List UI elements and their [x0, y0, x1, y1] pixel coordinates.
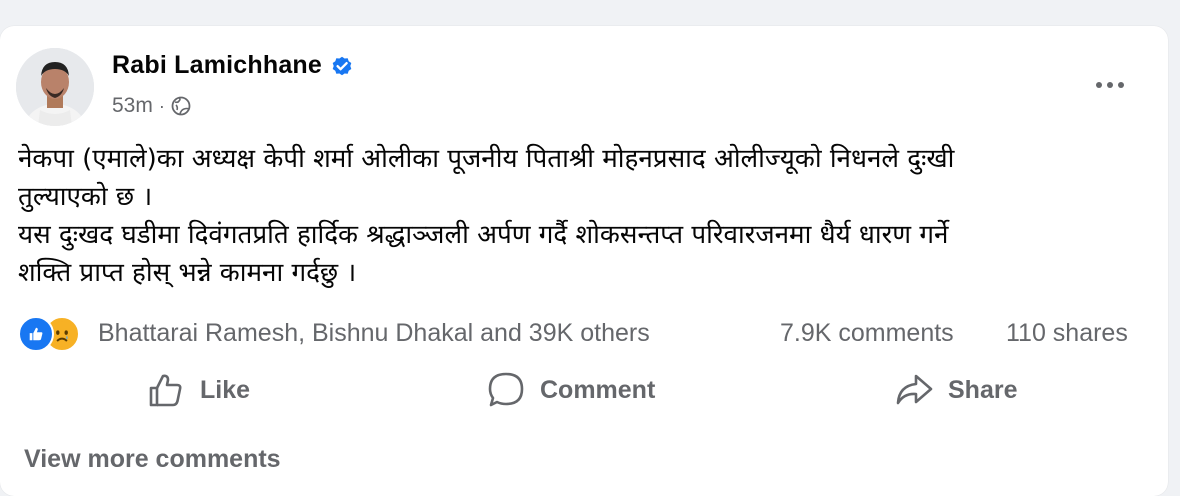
comments-count[interactable]: 7.9K comments — [780, 319, 954, 348]
post-card: Rabi Lamichhane 53m · नेकपा (एमाले)का अध… — [0, 26, 1168, 496]
post-body: नेकपा (एमाले)का अध्यक्ष केपी शर्मा ओलीका… — [18, 140, 1158, 292]
view-more-comments-link[interactable]: View more comments — [24, 445, 281, 474]
avatar[interactable] — [16, 48, 94, 126]
share-icon — [896, 374, 933, 405]
post-meta: 53m · — [112, 94, 191, 118]
like-label: Like — [200, 375, 251, 404]
comment-button[interactable]: Comment — [486, 370, 655, 410]
globe-icon — [171, 96, 191, 116]
more-options-icon[interactable] — [1090, 76, 1130, 94]
shares-count[interactable]: 110 shares — [1006, 319, 1128, 348]
action-bar: Like Comment Share — [0, 360, 1168, 424]
like-button[interactable]: Like — [146, 370, 250, 410]
reactors-summary[interactable]: Bhattarai Ramesh, Bishnu Dhakal and 39K … — [98, 319, 650, 348]
share-label: Share — [948, 375, 1018, 404]
post-text-line: तुल्याएको छ । — [18, 182, 153, 212]
author-row: Rabi Lamichhane — [112, 51, 354, 80]
author-name[interactable]: Rabi Lamichhane — [112, 51, 322, 80]
post-timestamp[interactable]: 53m — [112, 94, 153, 118]
like-reaction-icon — [18, 316, 54, 352]
share-button[interactable]: Share — [894, 370, 1017, 410]
comment-icon — [488, 372, 524, 407]
like-icon — [149, 374, 182, 407]
reaction-icons[interactable] — [18, 316, 80, 352]
post-text-line: शक्ति प्राप्त होस् भन्ने कामना गर्दछु । — [18, 258, 357, 288]
meta-separator: · — [158, 95, 165, 116]
verified-badge-icon — [332, 56, 352, 75]
engagement-stats: Bhattarai Ramesh, Bishnu Dhakal and 39K … — [18, 316, 1158, 352]
comment-label: Comment — [540, 375, 656, 404]
post-text-line: नेकपा (एमाले)का अध्यक्ष केपी शर्मा ओलीका… — [18, 144, 955, 174]
post-text-line: यस दुःखद घडीमा दिवंगतप्रति हार्दिक श्रद्… — [18, 220, 949, 250]
